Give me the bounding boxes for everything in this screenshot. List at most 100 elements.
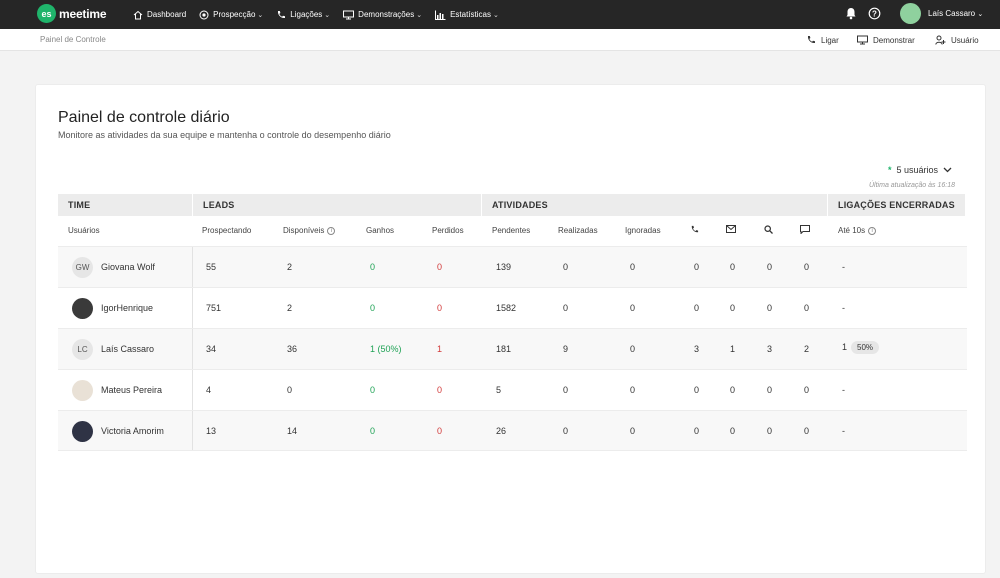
until10-value: 1 50% [842, 341, 880, 354]
pending-value: 139 [496, 262, 512, 272]
nav-dashboard-label: Dashboard [147, 10, 187, 19]
message-icon [800, 225, 810, 234]
col-ate-10s: Até 10s i [838, 226, 877, 235]
home-icon [133, 10, 143, 19]
daily-dashboard-panel: Painel de controle diário Monitore as at… [35, 84, 986, 574]
search-icon [764, 225, 773, 234]
col-prospectando: Prospectando [202, 226, 252, 235]
lost-value: 0 [437, 303, 443, 313]
sub-header: Painel de Controle Ligar Demonstrar Usuá… [0, 29, 1000, 51]
column-divider [192, 411, 193, 450]
chevron-down-icon: ⌄ [416, 11, 423, 19]
phone-icon [278, 10, 286, 18]
usuario-button[interactable]: Usuário [935, 35, 979, 45]
group-ligacoes-encerradas: LIGAÇÕES ENCERRADAS [828, 194, 965, 216]
user-name: Giovana Wolf [101, 262, 155, 272]
pending-value: 1582 [496, 303, 517, 313]
group-atividades: ATIVIDADES [482, 194, 827, 216]
logo-text: meetime [59, 6, 107, 21]
available-value: 36 [287, 344, 298, 354]
ignored-value: 0 [630, 303, 636, 313]
pending-value: 5 [496, 385, 502, 395]
nav-estatisticas[interactable]: Estatísticas ⌄ [435, 10, 499, 20]
svg-text:?: ? [872, 9, 877, 18]
emails-value: 0 [730, 303, 736, 313]
emails-value: 0 [730, 385, 736, 395]
until10-count: 1 [842, 342, 848, 352]
breadcrumb: Painel de Controle [40, 35, 106, 44]
col-ate-10s-label: Até 10s [838, 226, 866, 235]
calls-value: 0 [694, 385, 700, 395]
messages-value: 2 [804, 344, 810, 354]
column-divider [192, 329, 193, 369]
done-value: 0 [563, 303, 569, 313]
nav-ligacoes[interactable]: Ligações ⌄ [276, 10, 330, 20]
nav-prospeccao-label: Prospecção [213, 10, 256, 19]
searches-value: 0 [767, 262, 773, 272]
pending-value: 181 [496, 344, 512, 354]
user-name: Victoria Amorim [101, 426, 164, 436]
page-subtitle: Monitore as atividades da sua equipe e m… [58, 130, 391, 140]
nav-dashboard[interactable]: Dashboard [133, 10, 186, 20]
table-row[interactable]: LC Laís Cassaro 34 36 1 (50%) 1 181 9 0 … [58, 328, 967, 369]
info-icon[interactable]: i [868, 226, 877, 235]
email-icon [726, 225, 736, 233]
col-ganhos: Ganhos [366, 226, 395, 235]
nav-demonstracoes-label: Demonstrações [358, 10, 415, 19]
table-row[interactable]: IgorHenrique 751 2 0 0 1582 0 0 0 0 0 0 … [58, 287, 967, 328]
meetime-logo[interactable]: es meetime [37, 4, 106, 23]
available-value: 2 [287, 262, 293, 272]
won-value: 0 [370, 303, 376, 313]
chevron-down-icon [943, 167, 952, 173]
user-menu[interactable]: Laís Cassaro ⌄ [928, 9, 983, 18]
page-title: Painel de controle diário [58, 109, 230, 126]
emails-value: 0 [730, 262, 736, 272]
done-value: 0 [563, 262, 569, 272]
available-value: 14 [287, 426, 298, 436]
won-value: 0 [370, 426, 376, 436]
chevron-down-icon: ⌄ [977, 11, 984, 18]
bell-icon[interactable] [845, 7, 857, 20]
prospecting-value: 34 [206, 344, 217, 354]
monitor-icon [343, 10, 355, 19]
user-name: Laís Cassaro [101, 344, 155, 354]
until10-value: - [842, 303, 845, 313]
col-perdidos: Perdidos [432, 226, 464, 235]
table-row[interactable]: GW Giovana Wolf 55 2 0 0 139 0 0 0 0 0 0… [58, 246, 967, 287]
messages-value: 0 [804, 426, 810, 436]
searches-value: 3 [767, 344, 773, 354]
table-row[interactable]: Mateus Pereira 4 0 0 0 5 0 0 0 0 0 0 - [58, 369, 967, 410]
column-divider [192, 288, 193, 328]
help-icon[interactable]: ? [868, 7, 881, 20]
main-nav: Dashboard Prospecção ⌄ Ligações ⌄ Demons… [133, 0, 512, 29]
searches-value: 0 [767, 303, 773, 313]
user-avatar[interactable] [900, 3, 921, 24]
messages-value: 0 [804, 303, 810, 313]
col-pendentes: Pendentes [492, 226, 531, 235]
ignored-value: 0 [630, 344, 636, 354]
info-icon[interactable]: i [327, 226, 336, 235]
avatar: GW [72, 257, 93, 278]
prospecting-value: 55 [206, 262, 217, 272]
monitor-icon [857, 35, 868, 45]
ligar-button[interactable]: Ligar [806, 35, 839, 45]
user-name: IgorHenrique [101, 303, 154, 313]
nav-demonstracoes[interactable]: Demonstrações ⌄ [343, 10, 422, 20]
demonstrar-button[interactable]: Demonstrar [857, 35, 915, 45]
users-filter-dropdown[interactable]: * 5 usuários [888, 165, 952, 175]
users-filter-label: 5 usuários [896, 165, 939, 175]
chevron-down-icon: ⌄ [257, 11, 264, 19]
done-value: 0 [563, 426, 569, 436]
available-value: 2 [287, 303, 293, 313]
won-value: 1 (50%) [370, 344, 402, 354]
column-divider [192, 370, 193, 410]
demonstrar-label: Demonstrar [873, 35, 915, 45]
nav-prospeccao[interactable]: Prospecção ⌄ [199, 10, 263, 20]
lost-value: 0 [437, 385, 443, 395]
table-row[interactable]: Victoria Amorim 13 14 0 0 26 0 0 0 0 0 0… [58, 410, 967, 451]
percent-badge: 50% [851, 341, 880, 354]
chart-icon [435, 10, 446, 20]
user-name: Laís Cassaro [928, 9, 976, 18]
lost-value: 1 [437, 344, 443, 354]
searches-value: 0 [767, 426, 773, 436]
